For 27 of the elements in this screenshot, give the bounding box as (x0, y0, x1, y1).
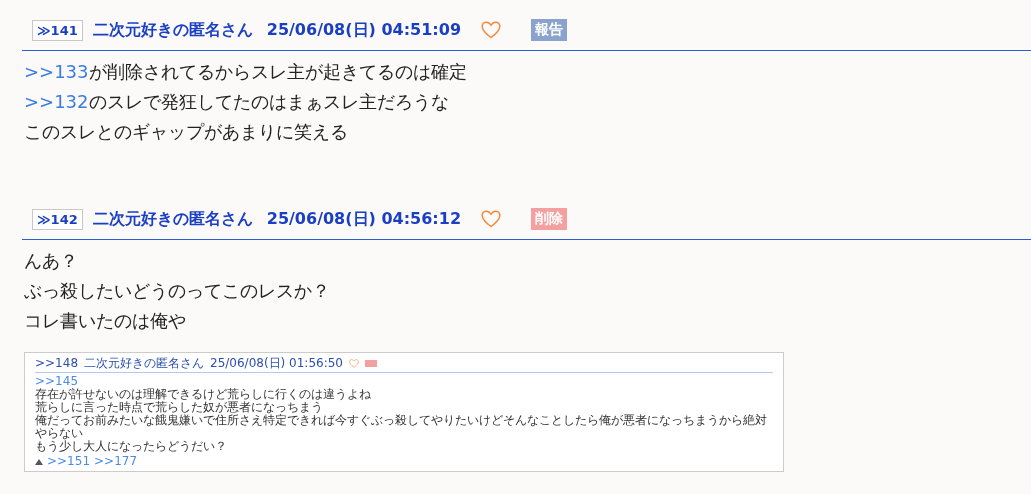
reply-icon (35, 458, 43, 465)
reply-link[interactable]: >>133 (24, 61, 89, 82)
poster-name: 二次元好きの匿名さん (92, 208, 253, 230)
post-text: もう少し大人になったらどうだい？ (35, 440, 227, 453)
action-button[interactable]: 報告 (531, 19, 568, 41)
post-text: んあ？ (24, 250, 78, 271)
post-text: コレ書いたのは俺や (24, 310, 186, 331)
heart-icon[interactable] (481, 21, 502, 39)
post-text: のスレで発狂してたのはまぁスレ主だろうな (88, 91, 449, 112)
heart-icon (349, 359, 359, 368)
post-date: 25/06/08(日) 04:51:09 (266, 19, 462, 41)
delete-badge (365, 360, 377, 367)
post-number-link[interactable]: ≫142 (32, 208, 83, 230)
action-button[interactable]: 削除 (531, 208, 568, 230)
post-text: 存在が許せないのは理解できるけど荒らしに行くのは違うよね (35, 388, 371, 401)
heart-icon[interactable] (481, 210, 502, 228)
post-date: 25/06/08(日) 04:56:12 (266, 208, 462, 230)
post-text: このスレとのギャップがあまりに笑える (24, 121, 348, 142)
poster-name: 二次元好きの匿名さん (92, 19, 253, 41)
post-date: 25/06/08(日) 01:56:50 (210, 357, 343, 370)
post-number-link[interactable]: ≫141 (32, 19, 83, 41)
post-text: ぶっ殺したいどうのってこのレスか？ (24, 280, 330, 301)
post-text: 俺だってお前みたいな餓鬼嫌いで住所さえ特定できれば今すぐぶっ殺してやりたいけどそんなことしたら俺が悪者になっちまうから絶対やらない (35, 414, 768, 440)
post-text: 荒らしに言った時点で荒らした奴が悪者になっちまう (35, 401, 323, 414)
post-text: が削除されてるからスレ主が起きてるのは確定 (88, 61, 467, 82)
reply-link[interactable]: >>132 (24, 91, 89, 112)
poster-name: 二次元好きの匿名さん (84, 357, 204, 370)
